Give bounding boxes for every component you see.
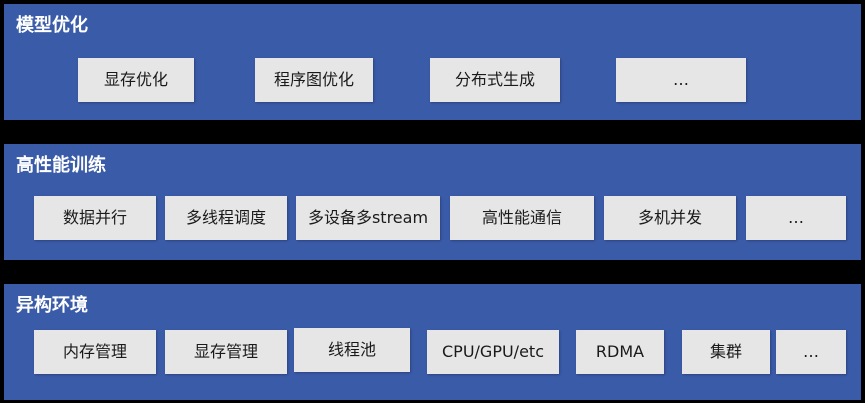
box-multithread-scheduling: 多线程调度	[165, 196, 287, 240]
box-multi-device-stream: 多设备多stream	[296, 196, 440, 240]
layer-title: 高性能训练	[16, 155, 106, 176]
layer-title: 模型优化	[16, 15, 88, 36]
layer-title: 异构环境	[16, 295, 88, 316]
box-rdma: RDMA	[576, 330, 664, 374]
box-distributed-generation: 分布式生成	[430, 58, 560, 102]
box-more: …	[776, 330, 846, 374]
box-cluster: 集群	[682, 330, 770, 374]
box-data-parallel: 数据并行	[34, 196, 156, 240]
layer-high-performance-training: 高性能训练 数据并行 多线程调度 多设备多stream 高性能通信 多机并发 …	[4, 144, 861, 260]
box-more: …	[746, 196, 846, 240]
box-more: …	[616, 58, 746, 102]
box-multi-machine-concurrency: 多机并发	[604, 196, 736, 240]
box-ram-management: 内存管理	[34, 330, 156, 374]
box-high-performance-communication: 高性能通信	[450, 196, 594, 240]
box-vram-management: 显存管理	[165, 330, 287, 374]
box-cpu-gpu-etc: CPU/GPU/etc	[427, 330, 559, 374]
layer-heterogeneous-environment: 异构环境 内存管理 显存管理 线程池 CPU/GPU/etc RDMA 集群 …	[4, 284, 861, 400]
box-program-graph-optimization: 程序图优化	[255, 58, 373, 102]
box-memory-optimization: 显存优化	[78, 58, 194, 102]
layer-model-optimization: 模型优化 显存优化 程序图优化 分布式生成 …	[4, 4, 861, 120]
box-thread-pool: 线程池	[294, 328, 410, 372]
